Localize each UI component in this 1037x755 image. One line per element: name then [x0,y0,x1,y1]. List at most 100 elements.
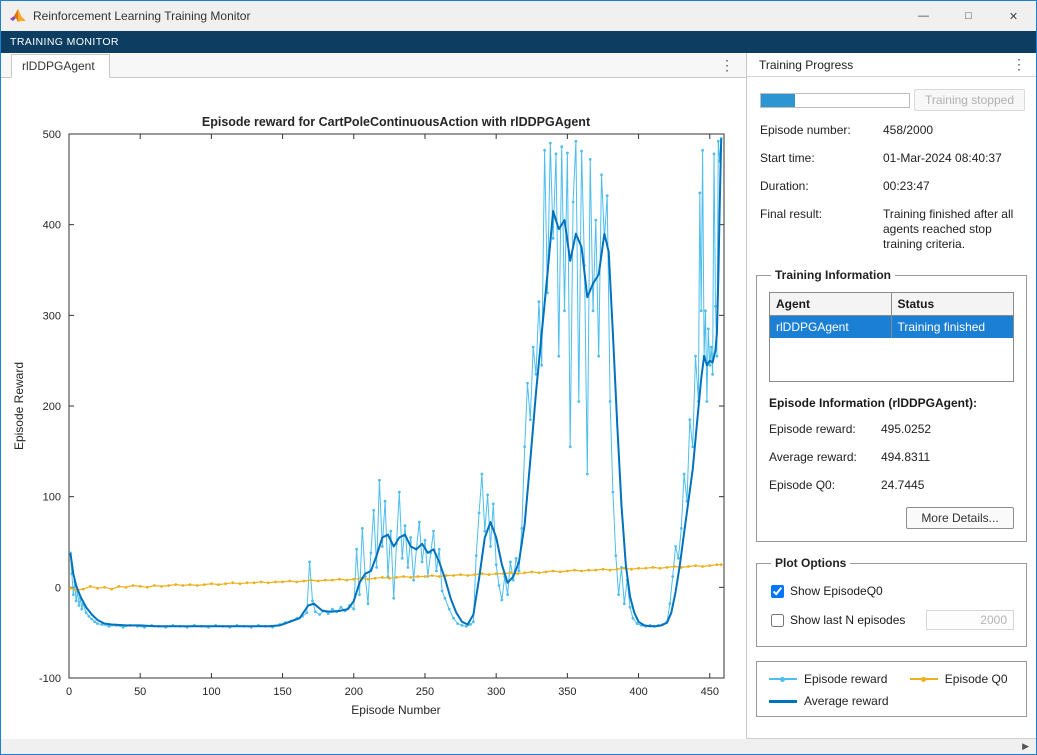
training-progress-panel: Training Progress ⋮ Training stopped Epi… [747,53,1036,738]
status-bar: ▶ [1,738,1036,754]
legend-line-swatch [910,678,938,680]
final-result-label: Final result: [760,207,883,252]
legend-item-episode-q0: Episode Q0 [910,672,1016,686]
legend-label: Episode Q0 [945,672,1008,686]
episode-q0-label: Episode Q0: [769,478,881,493]
toolstrip: TRAINING MONITOR [1,31,1036,53]
svg-text:100: 100 [202,686,220,698]
show-last-n-label: Show last N episodes [790,613,905,627]
svg-text:150: 150 [273,686,291,698]
episode-number-value: 458/2000 [883,123,1027,138]
svg-text:500: 500 [43,129,61,141]
chart-ylabel: Episode Reward [12,362,26,450]
window-controls: — □ ✕ [901,1,1036,31]
svg-text:0: 0 [66,686,72,698]
app-window: Reinforcement Learning Training Monitor … [0,0,1037,755]
episode-q0-value: 24.7445 [881,478,1014,493]
svg-text:50: 50 [134,686,146,698]
status-column-header: Status [892,293,1014,315]
window-title: Reinforcement Learning Training Monitor [33,9,250,23]
chart-area: 0 50 100 150 200 250 300 350 400 450 -100 0 100 200 30… [1,78,746,739]
episode-number-label: Episode number: [760,123,883,138]
legend-item-episode-reward: Episode reward [769,672,910,686]
svg-text:300: 300 [43,310,61,322]
legend-marker-dot [921,677,926,682]
chart-pane: rlDDPGAgent ⋮ 0 50 100 150 200 250 300 350 400 45… [1,53,747,738]
training-stopped-button: Training stopped [914,89,1025,111]
panel-header: Training Progress ⋮ [747,53,1036,77]
progress-fill [761,94,795,107]
svg-text:0: 0 [55,582,61,594]
training-information-group: Training Information Agent Status rlDDPG… [756,268,1027,542]
maximize-button[interactable]: □ [946,1,991,31]
plot-options-group: Plot Options Show EpisodeQ0 Show last N … [756,556,1027,647]
svg-text:400: 400 [629,686,647,698]
more-details-button[interactable]: More Details... [906,507,1014,529]
panel-menu-icon[interactable]: ⋮ [1004,54,1034,75]
legend-label: Episode reward [804,672,887,686]
show-last-n-checkbox[interactable] [771,614,784,627]
episode-information-fields: Episode reward: 495.0252 Average reward:… [769,422,1014,493]
agent-table-empty-area [770,338,1013,381]
show-last-n-row: Show last N episodes [771,610,1014,630]
legend-marker-dot [780,677,785,682]
minimize-button[interactable]: — [901,1,946,31]
chart-legend: Episode reward Episode Q0 Average reward [756,661,1027,717]
training-information-title: Training Information [771,268,895,282]
close-button[interactable]: ✕ [991,1,1036,31]
average-reward-label: Average reward: [769,450,881,465]
last-n-episodes-input [926,610,1014,630]
show-last-n-option: Show last N episodes [771,613,905,627]
legend-label: Average reward [804,694,889,708]
chart-xlabel: Episode Number [351,703,440,717]
plot-options-title: Plot Options [771,556,850,570]
episode-reward-value: 495.0252 [881,422,1014,437]
svg-text:100: 100 [43,492,61,504]
legend-item-average-reward: Average reward [769,694,910,708]
svg-text:400: 400 [43,220,61,232]
svg-text:-100: -100 [39,673,61,685]
summary-fields: Episode number: 458/2000 Start time: 01-… [756,123,1027,252]
main-region: rlDDPGAgent ⋮ 0 50 100 150 200 250 300 350 400 45… [1,53,1036,738]
svg-text:200: 200 [345,686,363,698]
more-details-row: More Details... [769,507,1014,531]
chart-title: Episode reward for CartPoleContinuousAct… [202,115,591,129]
agent-column-header: Agent [770,293,892,315]
matlab-logo-icon [9,8,27,24]
panel-body: Training stopped Episode number: 458/200… [747,77,1036,738]
chart-pane-menu-icon[interactable]: ⋮ [712,55,742,76]
legend-line-swatch [769,678,797,680]
duration-label: Duration: [760,179,883,194]
show-episodeq0-checkbox[interactable] [771,585,784,598]
duration-value: 00:23:47 [883,179,1027,194]
title-bar: Reinforcement Learning Training Monitor … [1,1,1036,31]
agent-table-header: Agent Status [770,293,1013,316]
panel-title: Training Progress [759,58,853,72]
svg-text:250: 250 [416,686,434,698]
document-tab-bar: rlDDPGAgent ⋮ [1,53,746,78]
episode-reward-label: Episode reward: [769,422,881,437]
legend-line-swatch [769,700,797,703]
svg-text:200: 200 [43,401,61,413]
show-episodeq0-label: Show EpisodeQ0 [790,584,883,598]
svg-text:450: 450 [701,686,719,698]
agent-cell: rlDDPGAgent [770,316,892,338]
average-reward-value: 494.8311 [881,450,1014,465]
start-time-label: Start time: [760,151,883,166]
final-result-value: Training finished after all agents reach… [883,207,1027,252]
tab-label: rlDDPGAgent [22,59,95,73]
agent-table-row[interactable]: rlDDPGAgent Training finished [770,316,1013,338]
expand-arrow-icon[interactable]: ▶ [1015,741,1036,752]
svg-text:350: 350 [558,686,576,698]
training-progress-bar [760,93,910,108]
toolstrip-tab-training-monitor[interactable]: TRAINING MONITOR [10,36,119,48]
episode-information-title: Episode Information (rlDDPGAgent): [769,396,1014,410]
progress-row: Training stopped [756,89,1027,111]
reward-chart: 0 50 100 150 200 250 300 350 400 450 -100 0 100 200 30… [1,78,747,736]
status-cell: Training finished [892,316,1014,338]
agent-status-table: Agent Status rlDDPGAgent Training finish… [769,292,1014,382]
tab-rlddpgagent[interactable]: rlDDPGAgent [11,54,110,78]
show-episodeq0-row: Show EpisodeQ0 [771,584,1014,598]
start-time-value: 01-Mar-2024 08:40:37 [883,151,1027,166]
svg-text:300: 300 [487,686,505,698]
